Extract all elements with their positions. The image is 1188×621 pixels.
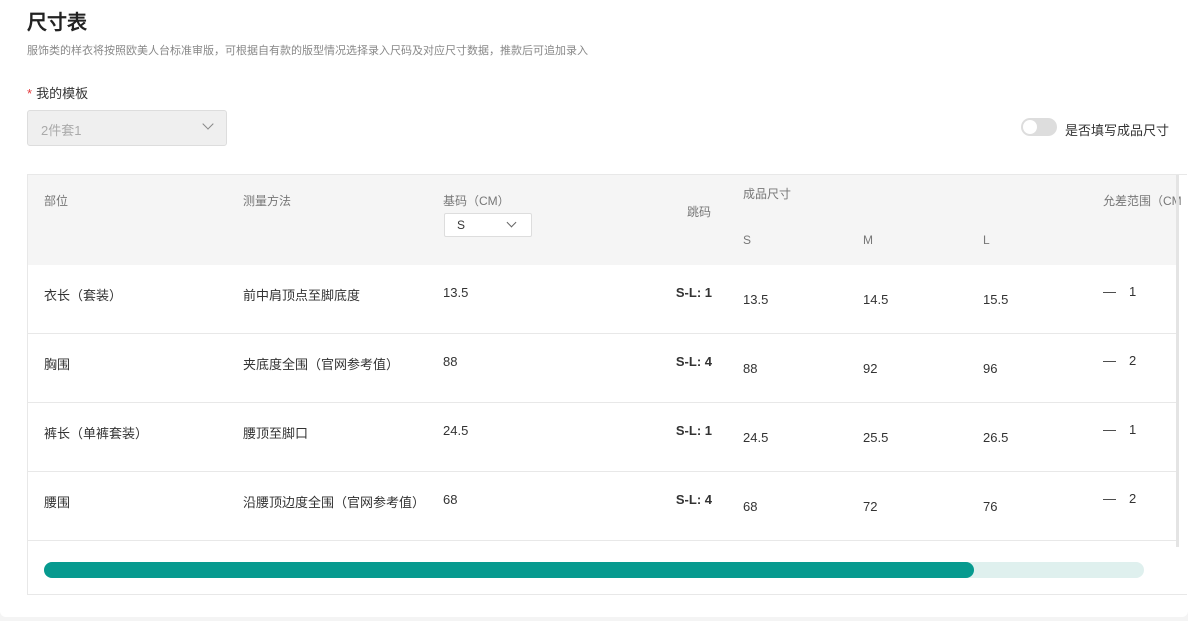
tolerance-minus: — [1103,284,1116,299]
chevron-down-icon [202,118,214,130]
table-row: 衣长（套装） 前中肩顶点至脚底度 13.5 S-L: 1 13.5 14.5 1… [28,265,1178,334]
tolerance-minus: — [1103,353,1116,368]
chevron-down-icon [506,217,517,228]
cell-method: 沿腰顶边度全围（官网参考值） [243,495,426,510]
horizontal-scrollbar[interactable] [44,562,1144,578]
cell-size-l: 96 [983,361,998,376]
template-select[interactable]: 2件套1 [27,110,227,146]
cell-jump: S-L: 4 [675,492,712,507]
size-table: 部位 测量方法 基码（CM） S 跳码 成品尺寸 S M L 允差范围（CM 衣… [27,174,1187,595]
toggle-knob [1023,120,1037,134]
cell-part: 衣长（套装） [44,288,123,303]
header-finished: 成品尺寸 [743,187,792,201]
cell-base: 24.5 [443,423,469,438]
finished-size-toggle-label: 是否填写成品尺寸 [1065,123,1170,138]
cell-method: 腰顶至脚口 [243,426,309,441]
cell-size-s: 88 [743,361,758,376]
cell-jump: S-L: 1 [675,285,712,300]
header-size-s: S [743,233,752,247]
header-part: 部位 [44,194,69,208]
tolerance-minus: — [1103,491,1116,506]
page-description: 服饰类的样衣将按照欧美人台标准审版，可根据自有款的版型情况选择录入尺码及对应尺寸… [27,45,588,57]
table-row: 胸围 夹底度全围（官网参考值） 88 S-L: 4 88 92 96 — 2 [28,334,1178,403]
cell-size-l: 15.5 [983,292,1009,307]
header-base: 基码（CM） [443,194,510,208]
template-label: * 我的模板 [27,83,88,102]
cell-size-s: 68 [743,499,758,514]
required-mark: * [27,86,33,101]
template-select-value: 2件套1 [41,123,82,138]
header-size-l: L [983,233,990,247]
tolerance-minus: — [1103,422,1116,437]
cell-jump: S-L: 1 [675,423,712,438]
cell-jump: S-L: 4 [675,354,712,369]
cell-size-m: 25.5 [863,430,889,445]
cell-size-m: 14.5 [863,292,889,307]
cell-tolerance: 1 [1129,422,1137,437]
cell-part: 裤长（单裤套装） [44,426,149,441]
cell-part: 胸围 [44,357,71,372]
header-jump: 跳码 [687,205,712,219]
base-size-value: S [457,218,466,232]
page-title: 尺寸表 [27,12,87,34]
table-header: 部位 测量方法 基码（CM） S 跳码 成品尺寸 S M L 允差范围（CM [28,175,1182,265]
table-row: 裤长（单裤套装） 腰顶至脚口 24.5 S-L: 1 24.5 25.5 26.… [28,403,1178,472]
size-chart-card: 尺寸表 服饰类的样衣将按照欧美人台标准审版，可根据自有款的版型情况选择录入尺码及… [0,0,1188,617]
cell-tolerance: 1 [1129,284,1137,299]
cell-base: 13.5 [443,285,469,300]
cell-size-l: 76 [983,499,998,514]
template-label-text: 我的模板 [36,86,89,101]
scrollbar-thumb[interactable] [44,562,974,578]
header-size-m: M [863,233,873,247]
base-size-select[interactable]: S [444,213,532,237]
cell-size-l: 26.5 [983,430,1009,445]
cell-method: 前中肩顶点至脚底度 [243,288,361,303]
cell-tolerance: 2 [1129,353,1137,368]
cell-size-m: 92 [863,361,878,376]
header-tolerance: 允差范围（CM [1103,194,1182,208]
fixed-column-shadow [1176,175,1179,547]
header-method: 测量方法 [243,194,292,208]
cell-size-s: 24.5 [743,430,769,445]
finished-size-toggle[interactable] [1021,118,1057,136]
cell-base: 88 [443,354,458,369]
cell-part: 腰围 [44,495,71,510]
cell-tolerance: 2 [1129,491,1137,506]
cell-size-m: 72 [863,499,878,514]
cell-method: 夹底度全围（官网参考值） [243,357,400,372]
table-row: 腰围 沿腰顶边度全围（官网参考值） 68 S-L: 4 68 72 76 — 2 [28,472,1178,541]
cell-size-s: 13.5 [743,292,769,307]
cell-base: 68 [443,492,458,507]
